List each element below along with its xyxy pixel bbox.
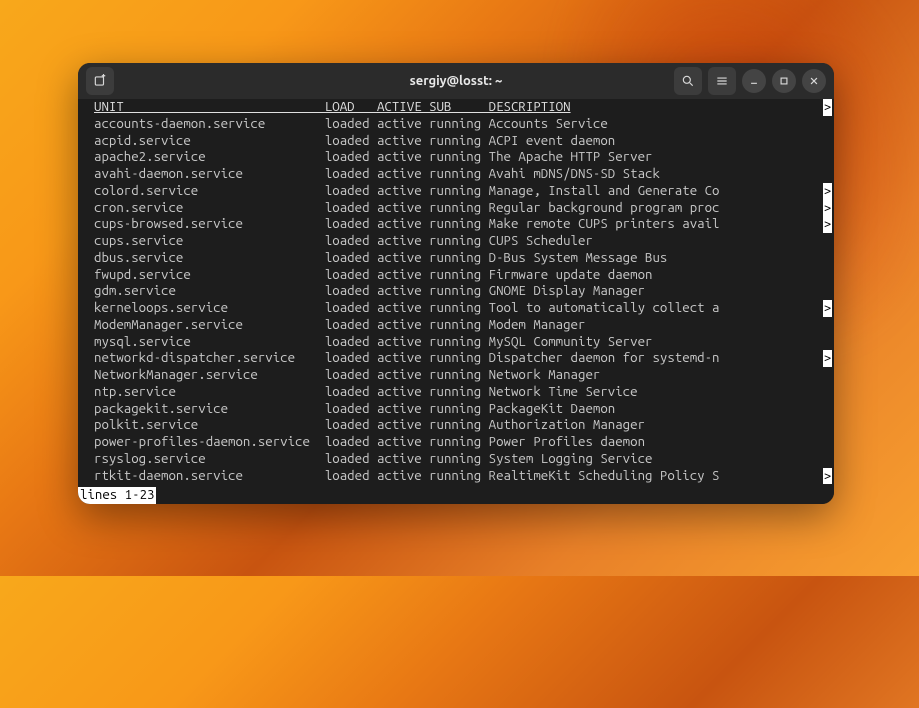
service-row: fwupd.service loaded active running Firm…	[80, 267, 834, 284]
menu-button[interactable]	[708, 67, 736, 95]
pager-statusline: lines 1-23	[78, 487, 156, 504]
service-row: cups-browsed.service loaded active runni…	[80, 216, 834, 233]
service-row: apache2.service loaded active running Th…	[80, 149, 834, 166]
overflow-indicator: >	[823, 200, 832, 217]
service-row: mysql.service loaded active running MySQ…	[80, 334, 834, 351]
service-row: NetworkManager.service loaded active run…	[80, 367, 834, 384]
service-row: accounts-daemon.service loaded active ru…	[80, 116, 834, 133]
new-tab-button[interactable]	[86, 67, 114, 95]
overflow-indicator: >	[823, 216, 832, 233]
overflow-indicator: >	[823, 99, 832, 116]
service-row: acpid.service loaded active running ACPI…	[80, 133, 834, 150]
service-row: rtkit-daemon.service loaded active runni…	[80, 468, 834, 485]
titlebar: sergiy@losst: ~	[78, 63, 834, 99]
service-row: avahi-daemon.service loaded active runni…	[80, 166, 834, 183]
service-row: power-profiles-daemon.service loaded act…	[80, 434, 834, 451]
hamburger-icon	[715, 74, 729, 88]
overflow-indicator: >	[823, 350, 832, 367]
close-icon	[807, 74, 821, 88]
service-row: polkit.service loaded active running Aut…	[80, 417, 834, 434]
overflow-indicator: >	[823, 468, 832, 485]
search-icon	[681, 74, 695, 88]
maximize-icon	[777, 74, 791, 88]
terminal-window: sergiy@losst: ~ UNIT LOAD ACTIVE SUB	[78, 63, 834, 504]
service-row: ModemManager.service loaded active runni…	[80, 317, 834, 334]
service-row: dbus.service loaded active running D-Bus…	[80, 250, 834, 267]
column-headers: UNIT LOAD ACTIVE SUB DESCRIPTION	[80, 99, 834, 116]
service-row: ntp.service loaded active running Networ…	[80, 384, 834, 401]
minimize-icon	[747, 74, 761, 88]
terminal-body[interactable]: UNIT LOAD ACTIVE SUB DESCRIPTION>account…	[78, 99, 834, 504]
service-row: packagekit.service loaded active running…	[80, 401, 834, 418]
service-row: cups.service loaded active running CUPS …	[80, 233, 834, 250]
maximize-button[interactable]	[772, 69, 796, 93]
overflow-indicator: >	[823, 183, 832, 200]
search-button[interactable]	[674, 67, 702, 95]
overflow-indicator: >	[823, 300, 832, 317]
service-row: gdm.service loaded active running GNOME …	[80, 283, 834, 300]
service-row: kerneloops.service loaded active running…	[80, 300, 834, 317]
minimize-button[interactable]	[742, 69, 766, 93]
service-row: rsyslog.service loaded active running Sy…	[80, 451, 834, 468]
service-row: networkd-dispatcher.service loaded activ…	[80, 350, 834, 367]
service-row: colord.service loaded active running Man…	[80, 183, 834, 200]
close-button[interactable]	[802, 69, 826, 93]
new-tab-icon	[93, 74, 107, 88]
service-row: cron.service loaded active running Regul…	[80, 200, 834, 217]
